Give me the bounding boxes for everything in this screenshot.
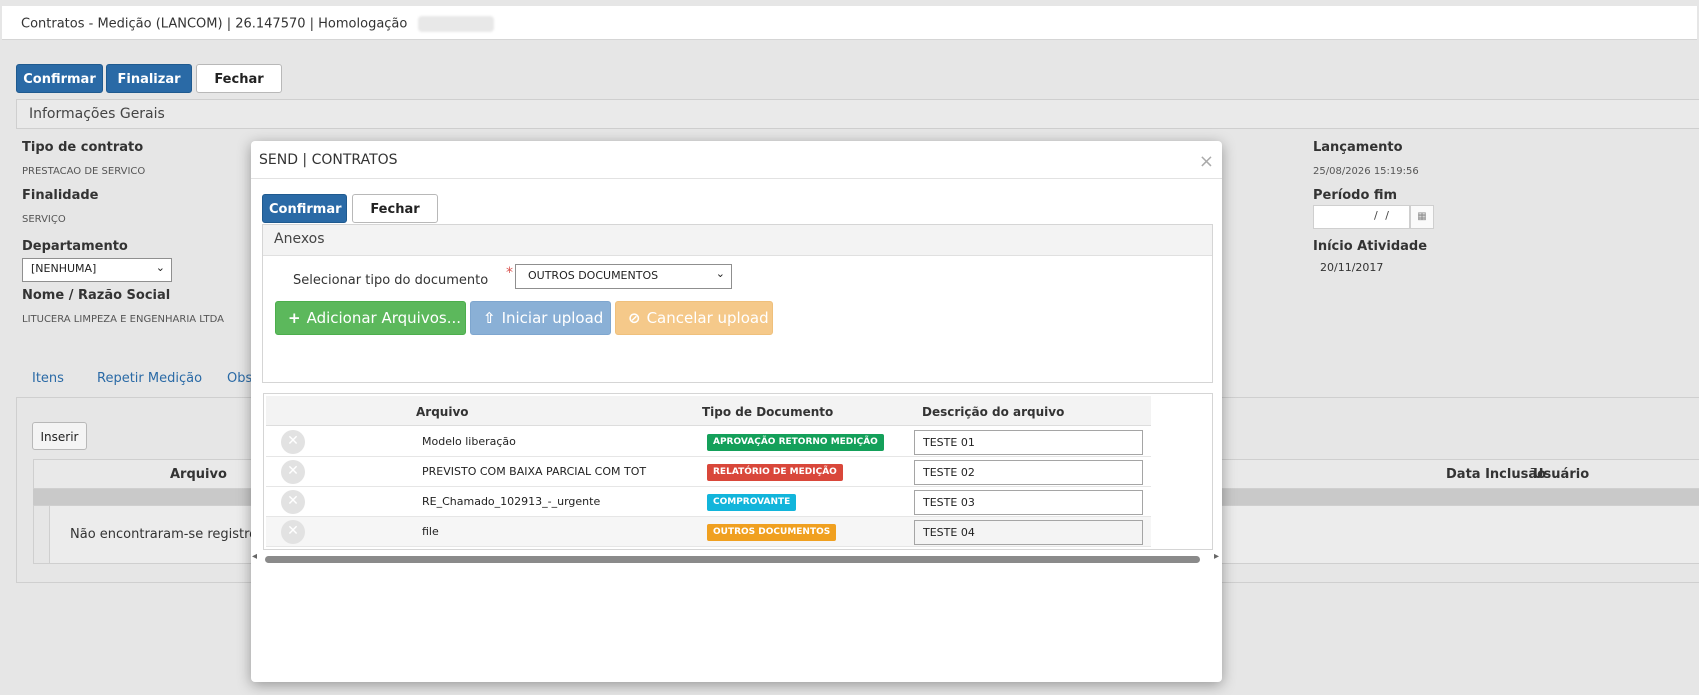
doc-type-badge: RELATÓRIO DE MEDIÇÃO (707, 464, 843, 481)
table-row: ✕ Modelo liberação APROVAÇÃO RETORNO MED… (266, 427, 1151, 457)
send-contracts-modal: SEND | CONTRATOS × Confirmar Fechar Anex… (251, 141, 1222, 682)
col-file: Arquivo (416, 405, 469, 419)
add-files-button[interactable]: + Adicionar Arquivos... (275, 301, 466, 335)
col-description: Descrição do arquivo (922, 405, 1065, 419)
file-description-input[interactable] (914, 430, 1143, 455)
contract-type-label: Tipo de contrato (22, 140, 144, 155)
file-description-input[interactable] (914, 490, 1143, 515)
redacted-user (417, 16, 494, 32)
doc-type-badge: OUTROS DOCUMENTOS (707, 524, 837, 541)
scroll-right-icon[interactable]: ▸ (1214, 551, 1219, 562)
period-end-input[interactable]: / / (1313, 205, 1410, 229)
doc-type-badge: APROVAÇÃO RETORNO MEDIÇÃO (707, 434, 884, 451)
plus-icon: + (288, 309, 301, 327)
file-name: Modelo liberação (422, 435, 516, 448)
file-name: RE_Chamado_102913_-_urgente (422, 495, 601, 508)
ban-icon: ⊘ (628, 309, 641, 327)
tab-repetir-medicao[interactable]: Repetir Medição (97, 371, 202, 386)
files-table-header: Arquivo Tipo de Documento Descrição do a… (266, 396, 1151, 426)
horizontal-scrollbar[interactable]: ◂ ▸ (252, 551, 1219, 565)
modal-title: SEND | CONTRATOS (259, 152, 398, 168)
department-select[interactable]: [NENHUMA] ⌄ (22, 258, 172, 282)
chevron-down-icon: ⌄ (155, 261, 165, 274)
remove-file-icon[interactable]: ✕ (281, 430, 305, 454)
table-row: ✕ PREVISTO COM BAIXA PARCIAL COM TOT REL… (266, 457, 1151, 487)
cancel-upload-button[interactable]: ⊘ Cancelar upload (615, 301, 773, 335)
doc-type-select[interactable]: OUTROS DOCUMENTOS ⌄ (515, 264, 732, 289)
doc-type-select-value: OUTROS DOCUMENTOS (528, 269, 659, 282)
department-label: Departamento (22, 239, 128, 254)
attachments-title: Anexos (263, 225, 1212, 256)
contract-type-value: PRESTACAO DE SERVICO (22, 166, 146, 177)
col-data-inclusao: Data Inclusão (1446, 467, 1547, 482)
table-row: ✕ RE_Chamado_102913_-_urgente COMPROVANT… (266, 487, 1151, 517)
file-description-input[interactable] (914, 520, 1143, 545)
tab-itens[interactable]: Itens (32, 371, 64, 386)
period-end-value: / / (1374, 209, 1391, 222)
required-mark: * (506, 265, 513, 281)
page-title: Contratos - Medição (LANCOM) | 26.147570… (21, 16, 408, 32)
confirm-button[interactable]: Confirmar (16, 64, 103, 93)
modal-close-button[interactable]: Fechar (352, 194, 438, 223)
file-name: file (422, 525, 439, 538)
col-usuario: Usuário (1533, 467, 1590, 482)
scroll-left-icon[interactable]: ◂ (252, 551, 257, 562)
add-files-label: Adicionar Arquivos... (306, 309, 462, 327)
finalize-button[interactable]: Finalizar (106, 64, 192, 93)
file-name: PREVISTO COM BAIXA PARCIAL COM TOT (422, 465, 647, 478)
close-icon[interactable]: × (1199, 151, 1214, 172)
modal-confirm-button[interactable]: Confirmar (262, 194, 347, 223)
general-info-panel-header: Informações Gerais (16, 99, 1699, 129)
calendar-icon[interactable]: ▦ (1410, 205, 1434, 229)
panel-title: Informações Gerais (29, 106, 165, 122)
purpose-value: SERVIÇO (22, 214, 66, 225)
col-arquivo: Arquivo (170, 467, 227, 482)
remove-file-icon[interactable]: ✕ (281, 490, 305, 514)
remove-file-icon[interactable]: ✕ (281, 460, 305, 484)
attachments-box: Anexos Selecionar tipo do documento * OU… (262, 224, 1213, 383)
launch-value: 25/08/2026 15:19:56 (1313, 166, 1419, 177)
close-button[interactable]: Fechar (196, 64, 282, 93)
department-select-value: [NENHUMA] (31, 262, 97, 275)
col-doc-type: Tipo de Documento (702, 405, 834, 419)
remove-file-icon[interactable]: ✕ (281, 520, 305, 544)
doc-type-badge: COMPROVANTE (707, 494, 797, 511)
upload-icon: ⇧ (483, 309, 496, 327)
start-upload-label: Iniciar upload (501, 309, 604, 327)
purpose-label: Finalidade (22, 188, 99, 203)
period-end-label: Período fim (1313, 188, 1398, 203)
table-row: ✕ file OUTROS DOCUMENTOS (266, 517, 1151, 547)
modal-divider (251, 178, 1222, 179)
file-description-input[interactable] (914, 460, 1143, 485)
insert-button[interactable]: Inserir (32, 422, 87, 450)
activity-start-value: 20/11/2017 (1320, 261, 1384, 274)
company-name-label: Nome / Razão Social (22, 288, 171, 303)
files-table: Arquivo Tipo de Documento Descrição do a… (263, 393, 1213, 550)
cancel-upload-label: Cancelar upload (646, 309, 769, 327)
chevron-down-icon: ⌄ (715, 267, 725, 280)
start-upload-button[interactable]: ⇧ Iniciar upload (470, 301, 611, 335)
company-name-value: LITUCERA LIMPEZA E ENGENHARIA LTDA (22, 314, 224, 325)
doc-type-label: Selecionar tipo do documento (293, 273, 489, 288)
window-title-bar: Contratos - Medição (LANCOM) | 26.147570… (2, 6, 1697, 40)
activity-start-label: Início Atividade (1313, 239, 1428, 254)
launch-label: Lançamento (1313, 140, 1403, 155)
scrollbar-thumb[interactable] (265, 556, 1200, 563)
